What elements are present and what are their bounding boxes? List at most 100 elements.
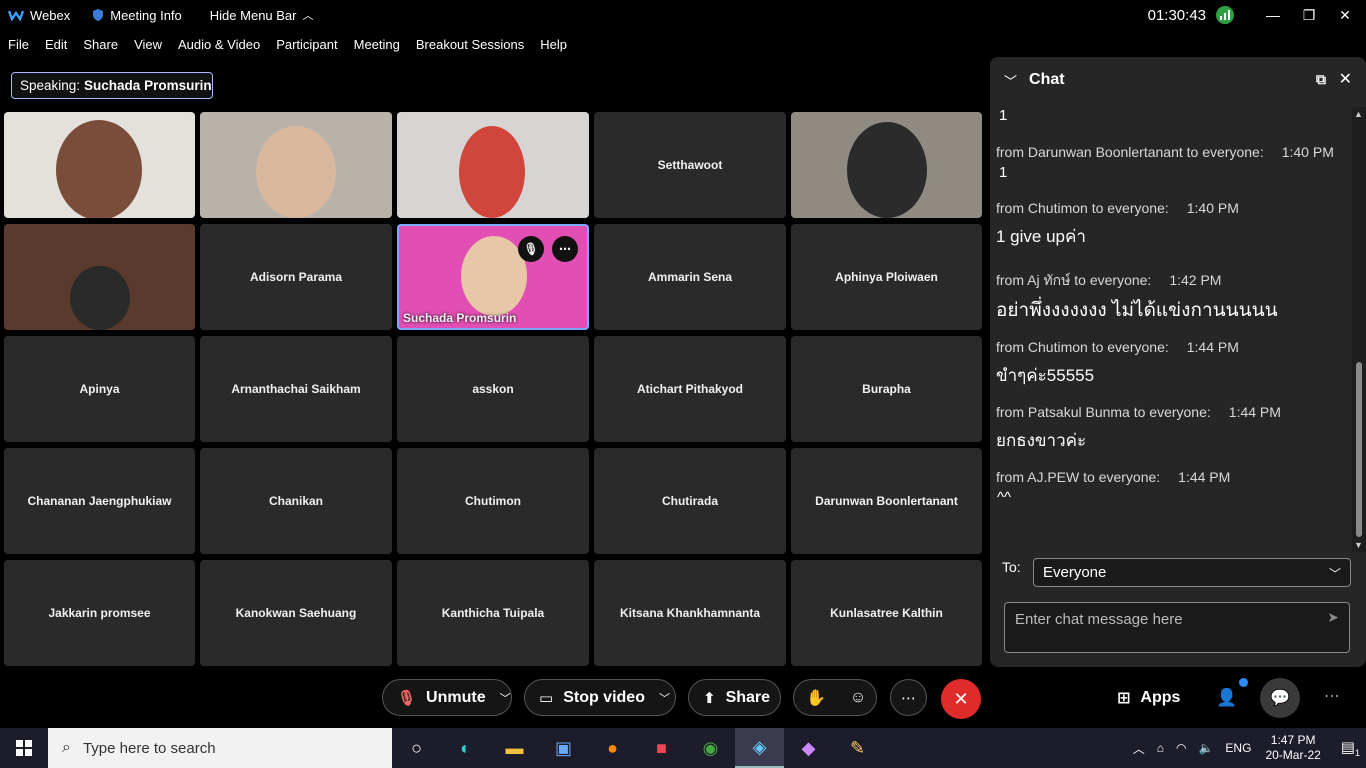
pop-out-icon[interactable]: ⧉: [1316, 71, 1326, 88]
office-icon[interactable]: ■: [637, 728, 686, 768]
webex-taskbar-icon[interactable]: ◈: [735, 728, 784, 768]
menu-edit[interactable]: Edit: [45, 37, 67, 52]
chevron-down-icon[interactable]: ﹀: [659, 690, 670, 706]
mic-icon[interactable]: 🎙: [518, 236, 544, 262]
cortana-icon[interactable]: ○: [392, 728, 441, 768]
volume-icon[interactable]: 🔈: [1198, 741, 1213, 755]
video-tile[interactable]: [4, 112, 195, 218]
menu-view[interactable]: View: [134, 37, 162, 52]
taskbar-clock[interactable]: 1:47 PM 20-Mar-22: [1265, 733, 1320, 763]
minimize-icon[interactable]: —: [1258, 7, 1288, 23]
unmute-button[interactable]: 🎙 Unmute ﹀: [382, 679, 512, 716]
participant-tile[interactable]: Aphinya Ploiwaen: [791, 224, 982, 330]
more-panels-icon[interactable]: ⋯: [1324, 686, 1340, 706]
control-panel-icon[interactable]: ▣: [539, 728, 588, 768]
file-explorer-icon[interactable]: ▬: [490, 728, 539, 768]
participant-tile[interactable]: Kanthicha Tuipala: [397, 560, 589, 666]
participant-name: Kunlasatree Kalthin: [830, 606, 943, 620]
participant-name: Chanikan: [268, 494, 323, 508]
menu-breakout-sessions[interactable]: Breakout Sessions: [416, 37, 524, 52]
participant-tile[interactable]: Chutimon: [397, 448, 589, 554]
menu-participant[interactable]: Participant: [276, 37, 337, 52]
chat-toggle-button[interactable]: 💬: [1260, 678, 1300, 718]
participant-tile[interactable]: Burapha: [791, 336, 982, 442]
participant-name: Jakkarin promsee: [48, 606, 151, 620]
message-time: 1:44 PM: [1178, 469, 1231, 485]
participant-tile[interactable]: Kitsana Khankhamnanta: [594, 560, 786, 666]
video-tile[interactable]: [4, 224, 195, 330]
chat-message-input[interactable]: Enter chat message here ➤: [1004, 602, 1350, 653]
participant-name: Setthawoot: [657, 158, 723, 172]
emoji-reaction-icon[interactable]: ☺: [850, 689, 866, 707]
windows-start-icon[interactable]: [0, 728, 48, 768]
participant-tile[interactable]: Adisorn Parama: [200, 224, 392, 330]
scroll-up-icon[interactable]: ▲: [1354, 109, 1363, 119]
participant-tile[interactable]: Chanikan: [200, 448, 392, 554]
app-name: Webex: [30, 7, 71, 23]
paint-icon[interactable]: ✎: [833, 728, 882, 768]
language-indicator[interactable]: ENG: [1225, 741, 1251, 755]
active-speaker-tile[interactable]: 🎙 ⋯ Suchada Promsurin: [397, 224, 589, 330]
menu-help[interactable]: Help: [540, 37, 567, 52]
chevron-down-icon[interactable]: ﹀: [1004, 71, 1017, 90]
menu-audio-video[interactable]: Audio & Video: [178, 37, 260, 52]
scroll-down-icon[interactable]: ▼: [1354, 540, 1363, 550]
scrollbar-thumb[interactable]: [1356, 362, 1362, 537]
participant-tile[interactable]: Kunlasatree Kalthin: [791, 560, 982, 666]
participant-video: [256, 126, 336, 218]
participant-name: Apinya: [79, 382, 120, 396]
participant-tile[interactable]: Atichart Pithakyod: [594, 336, 786, 442]
search-icon: ⌕: [62, 739, 71, 756]
restore-icon[interactable]: ❐: [1294, 7, 1324, 24]
participant-name: Burapha: [862, 382, 911, 396]
menu-share[interactable]: Share: [83, 37, 118, 52]
more-options-icon[interactable]: ⋯: [552, 236, 578, 262]
message-text: 1 give upค่า: [996, 227, 1086, 246]
participant-tile[interactable]: Arnanthachai Saikham: [200, 336, 392, 442]
firefox-icon[interactable]: ●: [588, 728, 637, 768]
stop-video-button[interactable]: ▭ Stop video ﹀: [524, 679, 676, 716]
recipient-select[interactable]: Everyone ﹀: [1033, 558, 1351, 587]
chevron-down-icon[interactable]: ﹀: [500, 690, 511, 706]
reactions-group: ✋ ☺: [793, 679, 877, 716]
wifi-icon[interactable]: ◠: [1176, 741, 1186, 755]
meeting-info-button[interactable]: Meeting Info: [92, 8, 182, 23]
chat-scrollbar[interactable]: ▲ ▼: [1352, 107, 1366, 552]
participant-name: Chananan Jaengphukiaw: [27, 494, 172, 508]
participant-tile[interactable]: Apinya: [4, 336, 195, 442]
apps-button[interactable]: ⊞ Apps: [1117, 688, 1180, 708]
close-window-icon[interactable]: ✕: [1330, 7, 1360, 24]
send-icon[interactable]: ➤: [1327, 609, 1339, 626]
raise-hand-icon[interactable]: ✋: [806, 688, 826, 708]
maps-icon[interactable]: ◆: [784, 728, 833, 768]
edge-icon[interactable]: ◐: [441, 728, 490, 768]
participant-name: Atichart Pithakyod: [636, 382, 744, 396]
participant-tile[interactable]: Chananan Jaengphukiaw: [4, 448, 195, 554]
participant-tile[interactable]: Ammarin Sena: [594, 224, 786, 330]
chevron-up-icon[interactable]: ︿: [1133, 740, 1145, 757]
more-options-button[interactable]: ⋯: [890, 679, 927, 716]
menu-file[interactable]: File: [8, 37, 29, 52]
video-tile[interactable]: [200, 112, 392, 218]
participant-tile[interactable]: Kanokwan Saehuang: [200, 560, 392, 666]
share-button[interactable]: ⬆ Share: [688, 679, 781, 716]
hide-menu-bar-button[interactable]: Hide Menu Bar ︿: [210, 7, 314, 23]
participant-tile[interactable]: Jakkarin promsee: [4, 560, 195, 666]
chat-title: Chat: [1029, 71, 1065, 88]
menu-meeting[interactable]: Meeting: [354, 37, 400, 52]
taskbar-search[interactable]: ⌕ Type here to search: [48, 728, 392, 768]
video-tile[interactable]: [791, 112, 982, 218]
participants-icon[interactable]: 👤: [1216, 688, 1237, 708]
participant-tile[interactable]: Setthawoot: [594, 112, 786, 218]
end-call-button[interactable]: ✕: [941, 679, 981, 719]
network-icon[interactable]: ⌂: [1157, 741, 1164, 755]
chrome-icon[interactable]: ◉: [686, 728, 735, 768]
video-tile[interactable]: [397, 112, 589, 218]
participant-tile[interactable]: Darunwan Boonlertanant: [791, 448, 982, 554]
network-signal-icon[interactable]: [1216, 6, 1234, 24]
participant-tile[interactable]: asskon: [397, 336, 589, 442]
participant-tile[interactable]: Chutirada: [594, 448, 786, 554]
message-meta: from Patsakul Bunma to everyone: 1:44 PM: [996, 404, 1281, 420]
notification-center-icon[interactable]: ▤1: [1341, 738, 1360, 758]
close-icon[interactable]: ✕: [1339, 69, 1352, 89]
